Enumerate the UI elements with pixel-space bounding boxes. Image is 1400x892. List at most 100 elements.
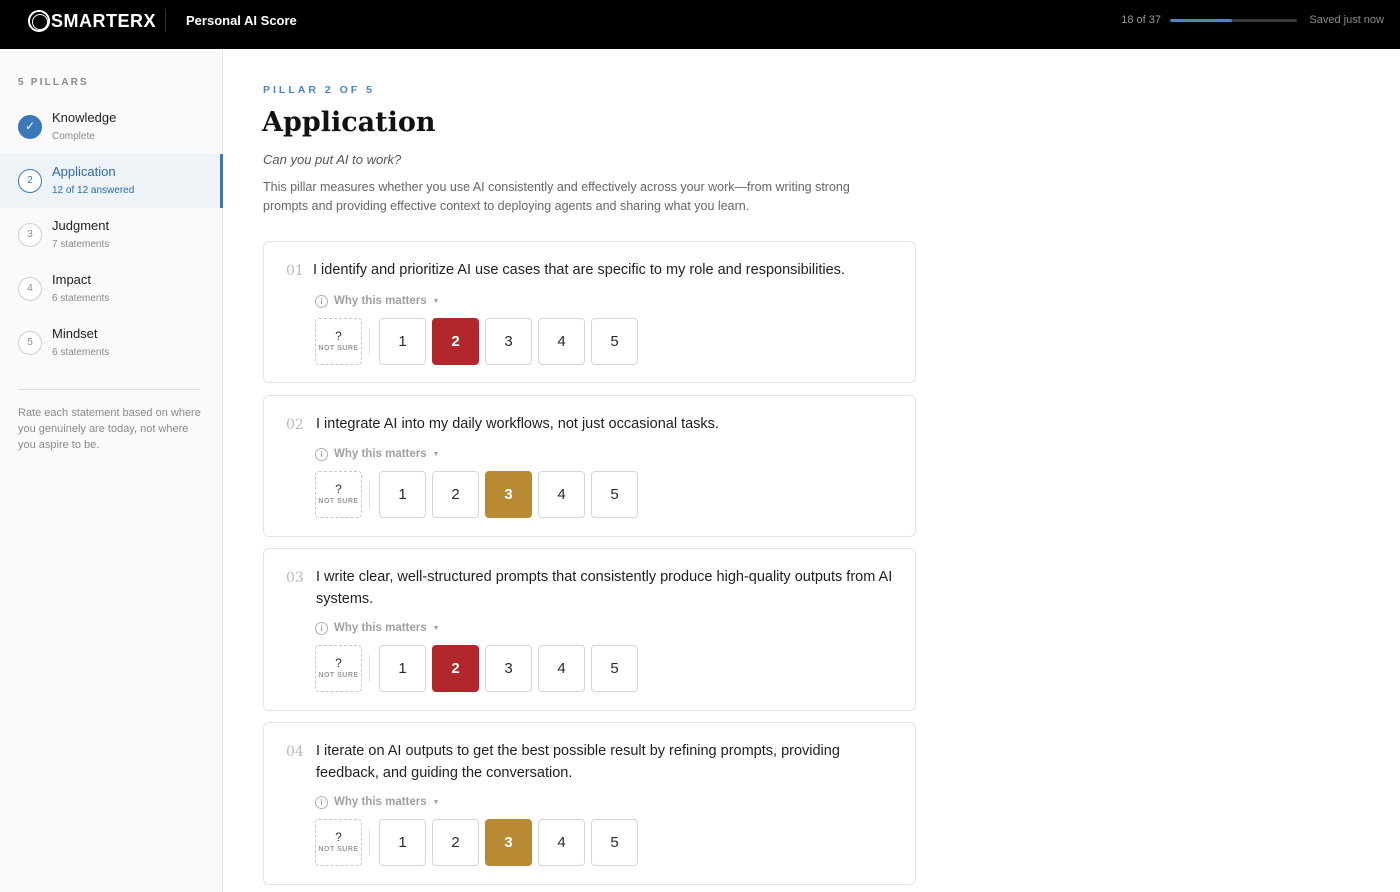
info-icon: i bbox=[315, 294, 328, 308]
page-title: Application bbox=[262, 107, 436, 138]
rating-option-1[interactable]: 1 bbox=[379, 471, 426, 518]
not-sure-label: NOT SURE bbox=[318, 498, 359, 505]
rating-option-5[interactable]: 5 bbox=[591, 318, 638, 365]
statement-text: I iterate on AI outputs to get the best … bbox=[316, 743, 840, 781]
rating-option-3[interactable]: 3 bbox=[485, 819, 532, 866]
rating-option-1[interactable]: 1 bbox=[379, 318, 426, 365]
statement-card: 04 I iterate on AI outputs to get the be… bbox=[263, 722, 916, 885]
info-icon: i bbox=[315, 447, 328, 461]
caret-down-icon: ▼ bbox=[432, 624, 440, 632]
check-icon: ✓ bbox=[18, 115, 42, 139]
not-sure-button[interactable]: ? NOT SURE bbox=[315, 471, 362, 518]
statement-text: I integrate AI into my daily workflows, … bbox=[316, 416, 719, 432]
rating-option-3[interactable]: 3 bbox=[485, 645, 532, 692]
progress-bar-fill bbox=[1170, 19, 1232, 22]
scale-divider bbox=[369, 481, 370, 508]
sidebar: 5 PILLARS ✓ Knowledge Complete 2 Applica… bbox=[0, 49, 223, 892]
rating-option-2[interactable]: 2 bbox=[432, 318, 479, 365]
question-mark: ? bbox=[335, 482, 342, 496]
pillar-name: Knowledge bbox=[52, 110, 117, 125]
app-title: Personal AI Score bbox=[186, 13, 297, 28]
scale-divider bbox=[369, 328, 370, 355]
step-number-badge: 2 bbox=[18, 169, 42, 193]
not-sure-button[interactable]: ? NOT SURE bbox=[315, 819, 362, 866]
pillar-kicker: PILLAR 2 OF 5 bbox=[263, 84, 375, 96]
step-number-badge: 4 bbox=[18, 277, 42, 301]
sidebar-heading: 5 PILLARS bbox=[18, 77, 89, 88]
not-sure-label: NOT SURE bbox=[318, 846, 359, 853]
why-this-matters-toggle[interactable]: i Why this matters ▼ bbox=[315, 620, 440, 636]
statement-text: I write clear, well-structured prompts t… bbox=[316, 569, 893, 607]
pillar-status: 12 of 12 answered bbox=[52, 185, 135, 196]
brand-name: SMARTERX bbox=[51, 11, 157, 31]
step-number-badge: 3 bbox=[18, 223, 42, 247]
pillar-name: Mindset bbox=[52, 326, 98, 341]
caret-down-icon: ▼ bbox=[432, 450, 440, 458]
why-this-matters-toggle[interactable]: i Why this matters ▼ bbox=[315, 293, 440, 309]
pillar-question: Can you put AI to work? bbox=[263, 152, 402, 167]
scale-divider bbox=[369, 829, 370, 856]
rating-option-5[interactable]: 5 bbox=[591, 645, 638, 692]
why-label: Why this matters bbox=[334, 622, 427, 634]
statement-card: 03 I write clear, well-structured prompt… bbox=[263, 548, 916, 711]
rating-option-1[interactable]: 1 bbox=[379, 645, 426, 692]
statement-number: 02 bbox=[286, 417, 304, 433]
main-content: PILLAR 2 OF 5 Application Can you put AI… bbox=[223, 49, 1400, 892]
topbar-divider bbox=[165, 9, 166, 32]
not-sure-button[interactable]: ? NOT SURE bbox=[315, 318, 362, 365]
pillar-description: This pillar measures whether you use AI … bbox=[263, 180, 850, 213]
info-icon: i bbox=[315, 795, 328, 809]
not-sure-label: NOT SURE bbox=[318, 672, 359, 679]
pillar-status: 6 statements bbox=[52, 347, 110, 358]
save-status: Saved just now bbox=[1309, 14, 1384, 26]
pillar-name: Application bbox=[52, 164, 116, 179]
statement-number: 03 bbox=[286, 570, 304, 586]
statement-number: 04 bbox=[286, 744, 304, 760]
statement-card: 02 I integrate AI into my daily workflow… bbox=[263, 395, 916, 537]
not-sure-label: NOT SURE bbox=[318, 345, 359, 352]
logo-icon bbox=[28, 10, 50, 32]
sidebar-divider bbox=[18, 389, 200, 390]
pillar-status: Complete bbox=[52, 131, 95, 142]
question-mark: ? bbox=[335, 830, 342, 844]
top-bar: SMARTERX Personal AI Score 18 of 37 Save… bbox=[0, 0, 1400, 49]
pillar-status: 7 statements bbox=[52, 239, 110, 250]
rating-option-1[interactable]: 1 bbox=[379, 819, 426, 866]
sidebar-item-judgment[interactable]: 3 Judgment 7 statements bbox=[0, 208, 223, 262]
sidebar-item-knowledge[interactable]: ✓ Knowledge Complete bbox=[0, 100, 223, 154]
pillar-status: 6 statements bbox=[52, 293, 110, 304]
question-mark: ? bbox=[335, 656, 342, 670]
not-sure-button[interactable]: ? NOT SURE bbox=[315, 645, 362, 692]
rating-option-3[interactable]: 3 bbox=[485, 471, 532, 518]
rating-option-4[interactable]: 4 bbox=[538, 819, 585, 866]
why-this-matters-toggle[interactable]: i Why this matters ▼ bbox=[315, 794, 440, 810]
rating-option-5[interactable]: 5 bbox=[591, 819, 638, 866]
rating-instructions: Rate each statement based on where you g… bbox=[18, 407, 201, 451]
rating-option-4[interactable]: 4 bbox=[538, 318, 585, 365]
progress-bar bbox=[1170, 19, 1297, 22]
question-mark: ? bbox=[335, 329, 342, 343]
info-icon: i bbox=[315, 621, 328, 635]
scale-divider bbox=[369, 655, 370, 682]
rating-option-4[interactable]: 4 bbox=[538, 471, 585, 518]
why-label: Why this matters bbox=[334, 295, 427, 307]
why-label: Why this matters bbox=[334, 448, 427, 460]
rating-option-4[interactable]: 4 bbox=[538, 645, 585, 692]
rating-option-2[interactable]: 2 bbox=[432, 819, 479, 866]
step-number-badge: 5 bbox=[18, 331, 42, 355]
rating-option-2[interactable]: 2 bbox=[432, 471, 479, 518]
rating-option-5[interactable]: 5 bbox=[591, 471, 638, 518]
caret-down-icon: ▼ bbox=[432, 297, 440, 305]
sidebar-item-mindset[interactable]: 5 Mindset 6 statements bbox=[0, 316, 223, 370]
progress-count: 18 of 37 bbox=[1121, 14, 1161, 26]
rating-option-3[interactable]: 3 bbox=[485, 318, 532, 365]
statement-text: I identify and prioritize AI use cases t… bbox=[313, 262, 845, 278]
pillar-name: Impact bbox=[52, 272, 92, 287]
why-this-matters-toggle[interactable]: i Why this matters ▼ bbox=[315, 446, 440, 462]
sidebar-item-impact[interactable]: 4 Impact 6 statements bbox=[0, 262, 223, 316]
sidebar-item-application[interactable]: 2 Application 12 of 12 answered bbox=[0, 154, 223, 208]
caret-down-icon: ▼ bbox=[432, 798, 440, 806]
rating-option-2[interactable]: 2 bbox=[432, 645, 479, 692]
why-label: Why this matters bbox=[334, 796, 427, 808]
brand-logo[interactable]: SMARTERX bbox=[28, 9, 156, 33]
